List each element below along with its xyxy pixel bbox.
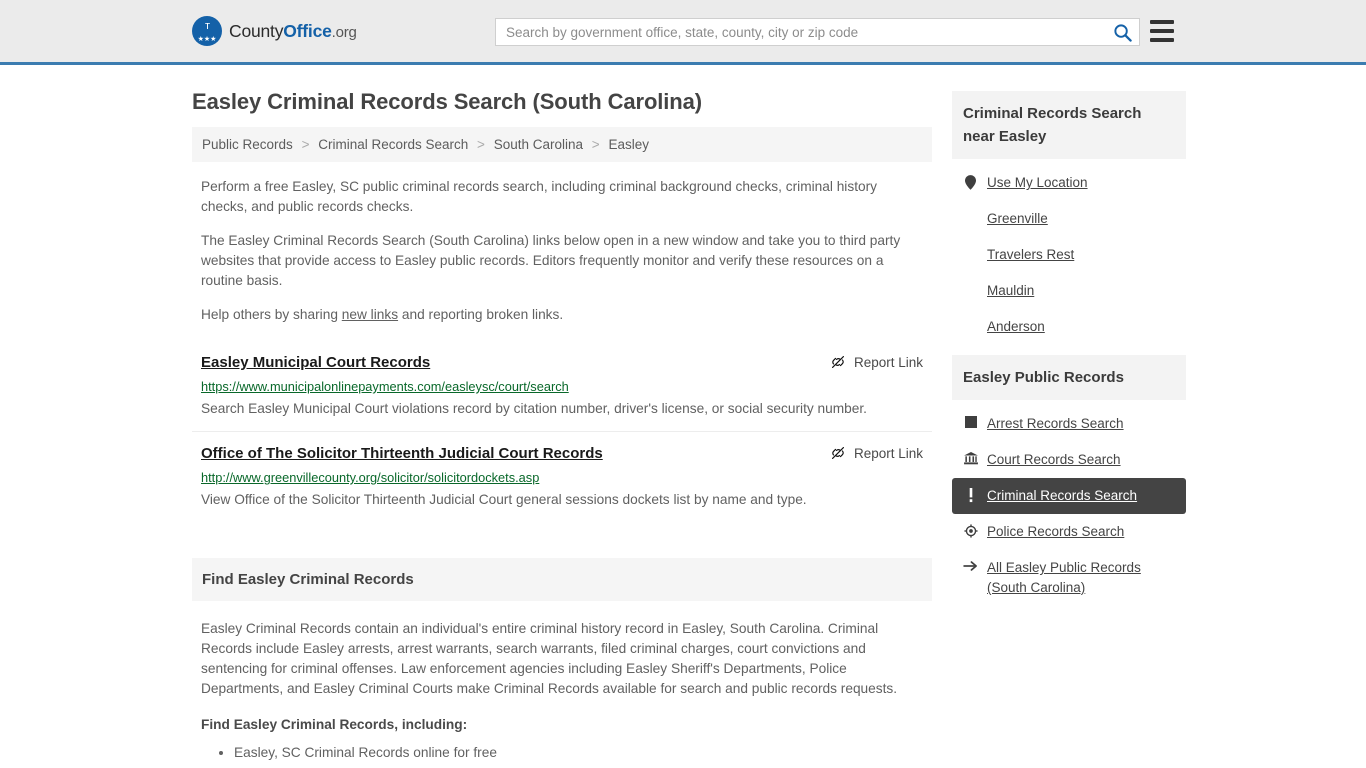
sidebar-item-label: Court Records Search bbox=[987, 452, 1121, 467]
sidebar-item-label: Travelers Rest bbox=[987, 247, 1075, 262]
hamburger-menu-icon[interactable] bbox=[1150, 20, 1174, 42]
site-logo[interactable]: ᴛ ★★★ CountyOffice.org bbox=[192, 16, 357, 46]
share-text-after: and reporting broken links. bbox=[398, 307, 564, 322]
arrow-right-icon bbox=[963, 560, 978, 572]
public-records-heading: Easley Public Records bbox=[963, 369, 1124, 386]
report-link-label: Report Link bbox=[853, 445, 923, 461]
result-header: Office of The Solicitor Thirteenth Judic… bbox=[201, 444, 923, 464]
public-records-card-header: Easley Public Records bbox=[952, 355, 1186, 400]
sidebar-item-greenville[interactable]: Greenville bbox=[952, 201, 1186, 237]
sidebar-item-travelers-rest[interactable]: Travelers Rest bbox=[952, 237, 1186, 273]
logo-text: CountyOffice.org bbox=[229, 21, 357, 42]
sidebar-item-label: Use My Location bbox=[987, 175, 1088, 190]
sidebar-item-label: Police Records Search bbox=[987, 524, 1125, 539]
result-description: Search Easley Municipal Court violations… bbox=[201, 401, 867, 416]
result-title-link[interactable]: Office of The Solicitor Thirteenth Judic… bbox=[201, 444, 603, 464]
result-url[interactable]: http://www.greenvillecounty.org/solicito… bbox=[201, 470, 923, 486]
police-badge-icon bbox=[963, 524, 978, 538]
nearby-search-card-header: Criminal Records Search near Easley bbox=[952, 91, 1186, 159]
sidebar-item-use-my-location[interactable]: Use My Location bbox=[952, 165, 1186, 201]
breadcrumb-item-south-carolina[interactable]: South Carolina bbox=[494, 137, 583, 152]
courthouse-icon bbox=[963, 452, 978, 465]
breadcrumb-separator: > bbox=[301, 137, 310, 152]
logo-text-org: .org bbox=[331, 23, 357, 41]
sidebar-item-court-records-search[interactable]: Court Records Search bbox=[952, 442, 1186, 478]
nearby-search-card: Criminal Records Search near Easley Use … bbox=[952, 91, 1186, 345]
sidebar-item-label: Criminal Records Search bbox=[987, 488, 1138, 503]
search-input[interactable] bbox=[496, 19, 1105, 45]
intro-text: Perform a free Easley, SC public crimina… bbox=[192, 177, 932, 325]
breadcrumb-separator: > bbox=[591, 137, 600, 152]
find-records-section-header: Find Easley Criminal Records bbox=[192, 558, 932, 601]
sidebar-item-anderson[interactable]: Anderson bbox=[952, 309, 1186, 345]
search-button[interactable] bbox=[1105, 19, 1139, 45]
logo-text-office: Office bbox=[283, 20, 332, 41]
sidebar-item-police-records-search[interactable]: Police Records Search bbox=[952, 514, 1186, 550]
broken-link-icon bbox=[831, 447, 844, 459]
broken-link-icon bbox=[831, 356, 844, 368]
intro-paragraph-3: Help others by sharing new links and rep… bbox=[192, 305, 932, 325]
nearby-search-list: Use My Location Greenville Travelers Res… bbox=[952, 159, 1186, 345]
result-url[interactable]: https://www.municipalonlinepayments.com/… bbox=[201, 379, 923, 395]
report-link-label: Report Link bbox=[853, 354, 923, 370]
breadcrumb: Public Records > Criminal Records Search… bbox=[192, 127, 932, 162]
find-records-section-body: Easley Criminal Records contain an indiv… bbox=[192, 619, 932, 768]
public-records-card: Easley Public Records Arrest Records Sea… bbox=[952, 355, 1186, 606]
sidebar-item-mauldin[interactable]: Mauldin bbox=[952, 273, 1186, 309]
eagle-glyph: ᴛ bbox=[204, 20, 210, 32]
result-item: Easley Municipal Court Records Report Li… bbox=[192, 341, 932, 431]
sidebar-item-all-public-records[interactable]: All Easley Public Records (South Carolin… bbox=[952, 550, 1186, 606]
hamburger-bar bbox=[1150, 20, 1174, 24]
logo-text-county: County bbox=[229, 20, 284, 41]
sidebar-item-criminal-records-search[interactable]: Criminal Records Search bbox=[952, 478, 1186, 514]
result-title-link[interactable]: Easley Municipal Court Records bbox=[201, 353, 430, 373]
page-title: Easley Criminal Records Search (South Ca… bbox=[192, 89, 703, 114]
breadcrumb-item-easley[interactable]: Easley bbox=[608, 137, 649, 152]
nearby-search-heading: Criminal Records Search near Easley bbox=[963, 105, 1142, 145]
list-item: Easley, SC Criminal Records online for f… bbox=[234, 742, 923, 764]
report-link-button[interactable]: Report Link bbox=[830, 445, 923, 461]
hamburger-bar bbox=[1150, 38, 1174, 42]
public-records-list: Arrest Records Search Court Records Sear… bbox=[952, 400, 1186, 606]
intro-paragraph-1: Perform a free Easley, SC public crimina… bbox=[201, 179, 878, 214]
result-header: Easley Municipal Court Records Report Li… bbox=[201, 353, 923, 373]
find-records-heading: Find Easley Criminal Records bbox=[202, 571, 414, 588]
main-content: Easley Criminal Records Search (South Ca… bbox=[192, 65, 932, 768]
breadcrumb-item-criminal-records-search[interactable]: Criminal Records Search bbox=[318, 137, 468, 152]
report-link-button[interactable]: Report Link bbox=[830, 354, 923, 370]
sidebar-item-label: Mauldin bbox=[987, 283, 1035, 298]
square-icon bbox=[963, 416, 978, 428]
breadcrumb-separator: > bbox=[477, 137, 485, 152]
stars-glyph: ★★★ bbox=[197, 36, 217, 43]
sidebar-item-label: Arrest Records Search bbox=[987, 416, 1124, 431]
share-text-before: Help others by sharing bbox=[201, 307, 342, 322]
sidebar-item-label: Greenville bbox=[987, 211, 1048, 226]
exclamation-icon bbox=[963, 488, 978, 503]
sidebar-item-label: All Easley Public Records (South Carolin… bbox=[987, 560, 1141, 595]
site-header: ᴛ ★★★ CountyOffice.org bbox=[0, 0, 1366, 65]
intro-paragraph-2: The Easley Criminal Records Search (Sout… bbox=[201, 233, 901, 288]
result-item: Office of The Solicitor Thirteenth Judic… bbox=[192, 431, 932, 522]
map-pin-icon bbox=[963, 175, 978, 190]
new-links-link[interactable]: new links bbox=[342, 307, 398, 322]
find-records-list: Easley, SC Criminal Records online for f… bbox=[201, 742, 923, 768]
county-office-seal-icon: ᴛ ★★★ bbox=[192, 16, 222, 46]
results-list: Easley Municipal Court Records Report Li… bbox=[192, 341, 932, 522]
page-body: Easley Criminal Records Search (South Ca… bbox=[0, 65, 1366, 768]
find-records-body-text: Easley Criminal Records contain an indiv… bbox=[201, 621, 898, 696]
hamburger-bar bbox=[1150, 29, 1174, 33]
result-description: View Office of the Solicitor Thirteenth … bbox=[201, 492, 807, 507]
sidebar-item-arrest-records-search[interactable]: Arrest Records Search bbox=[952, 406, 1186, 442]
list-item: Criminal background checks bbox=[234, 764, 923, 768]
search-icon bbox=[1113, 23, 1132, 42]
sidebar: Criminal Records Search near Easley Use … bbox=[952, 65, 1186, 768]
breadcrumb-item-public-records[interactable]: Public Records bbox=[202, 137, 293, 152]
sidebar-item-label: Anderson bbox=[987, 319, 1045, 334]
find-records-sub-heading: Find Easley Criminal Records, including: bbox=[201, 717, 468, 732]
search-bar[interactable] bbox=[495, 18, 1140, 46]
